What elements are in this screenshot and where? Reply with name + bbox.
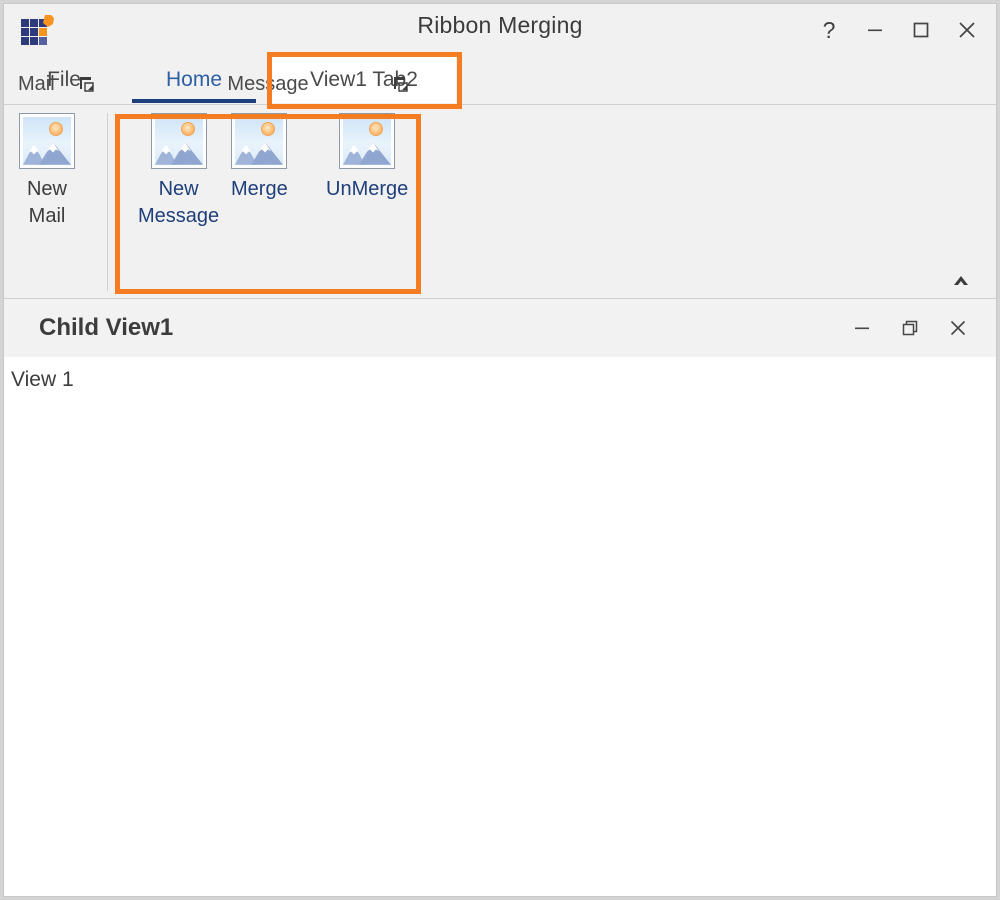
- ribbon-group-message-footer: Message: [115, 69, 421, 99]
- ribbon-button-new-mail[interactable]: New Mail: [19, 113, 75, 230]
- ribbon-button-unmerge-label: UnMerge: [326, 178, 409, 200]
- ribbon-body: New Mail Mail New Message Merge UnMerge …: [4, 73, 996, 300]
- child-minimize-button[interactable]: [838, 306, 886, 350]
- picture-icon: [150, 113, 207, 169]
- close-icon: [959, 22, 975, 38]
- active-tab-underline: [132, 99, 256, 103]
- child-window: Child View1 View 1: [4, 298, 996, 896]
- ribbon-button-new-message[interactable]: New Message: [138, 113, 219, 230]
- window-controls: ?: [806, 4, 990, 56]
- maximize-button[interactable]: [898, 9, 944, 51]
- close-icon: [950, 320, 966, 336]
- ribbon-button-new-mail-label: New Mail: [26, 178, 67, 227]
- child-window-title-bar: Child View1: [4, 299, 996, 357]
- chevron-up-icon[interactable]: [948, 267, 974, 293]
- child-window-controls: [838, 299, 982, 357]
- ribbon-button-new-message-label: New Message: [138, 178, 220, 227]
- picture-icon: [231, 113, 288, 169]
- minimize-icon: [868, 29, 882, 32]
- help-button[interactable]: ?: [806, 9, 852, 51]
- child-restore-button[interactable]: [886, 306, 934, 350]
- close-button[interactable]: [944, 9, 990, 51]
- ribbon-group-mail-label: Mail: [18, 73, 55, 95]
- title-bar: Ribbon Merging ?: [4, 4, 996, 56]
- child-window-content: View 1: [4, 357, 996, 896]
- help-icon: ?: [822, 16, 836, 43]
- child-close-button[interactable]: [934, 306, 982, 350]
- minimize-icon: [855, 327, 869, 330]
- minimize-button[interactable]: [852, 9, 898, 51]
- child-window-content-text: View 1: [11, 368, 74, 391]
- dialog-launcher-icon-mail[interactable]: [79, 76, 95, 92]
- ribbon-button-merge-label: Merge: [231, 178, 288, 200]
- ribbon-button-unmerge[interactable]: UnMerge: [326, 113, 408, 203]
- dialog-launcher-icon-message[interactable]: [393, 76, 409, 92]
- child-window-title: Child View1: [39, 314, 174, 341]
- group-separator: [107, 113, 108, 291]
- restore-icon: [902, 320, 918, 336]
- picture-icon: [339, 113, 396, 169]
- maximize-icon: [913, 22, 929, 38]
- ribbon-group-mail-items: New Mail: [4, 105, 107, 253]
- ribbon-group-message-label: Message: [227, 73, 309, 95]
- ribbon-group-mail-footer: Mail: [4, 69, 107, 99]
- ribbon-button-merge[interactable]: Merge: [231, 113, 288, 203]
- ribbon-group-message-items: New Message Merge UnMerge: [115, 105, 421, 253]
- application-window: Ribbon Merging ? File Home View1 Tab2 Ne…: [3, 3, 997, 897]
- picture-icon: [19, 113, 75, 169]
